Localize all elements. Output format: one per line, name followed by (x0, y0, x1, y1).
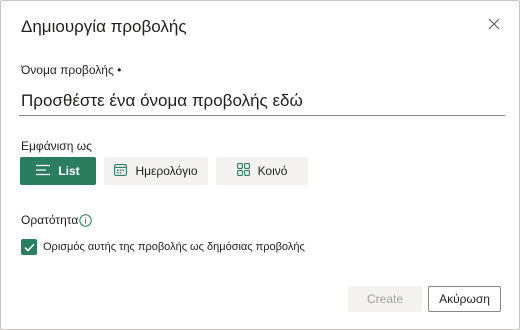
view-name-label: Όνομα προβολής • (21, 63, 122, 77)
view-name-input[interactable] (19, 87, 505, 116)
info-icon[interactable] (79, 213, 92, 227)
dialog-title: Δημιουργία προβολής (21, 17, 187, 36)
list-icon (36, 164, 58, 179)
view-type-board-button[interactable]: Κοινό (216, 157, 308, 185)
view-type-calendar-button[interactable]: Ημερολόγιο (104, 157, 208, 185)
cancel-button[interactable]: Ακύρωση (428, 286, 501, 312)
view-type-list-button[interactable]: List (20, 157, 96, 185)
create-view-dialog: Δημιουργία προβολής Όνομα προβολής • Εμφ… (0, 0, 520, 330)
close-icon (488, 17, 500, 35)
show-as-label: Εμφάνιση ως (21, 139, 92, 153)
board-icon (236, 163, 258, 179)
view-type-board-label: Κοινό (257, 164, 288, 178)
view-type-list-label: List (58, 164, 80, 178)
create-button[interactable]: Create (348, 286, 422, 312)
public-view-checkbox[interactable] (21, 239, 37, 255)
public-view-checkbox-label: Ορισμός αυτής της προβολής ως δημόσιας π… (43, 241, 305, 253)
visibility-section: Ορατότητα (21, 213, 92, 227)
public-view-checkbox-row[interactable]: Ορισμός αυτής της προβολής ως δημόσιας π… (21, 239, 305, 255)
visibility-label: Ορατότητα (21, 213, 79, 227)
view-type-calendar-label: Ημερολόγιο (135, 164, 198, 178)
close-button[interactable] (483, 15, 505, 37)
calendar-icon (114, 163, 135, 179)
